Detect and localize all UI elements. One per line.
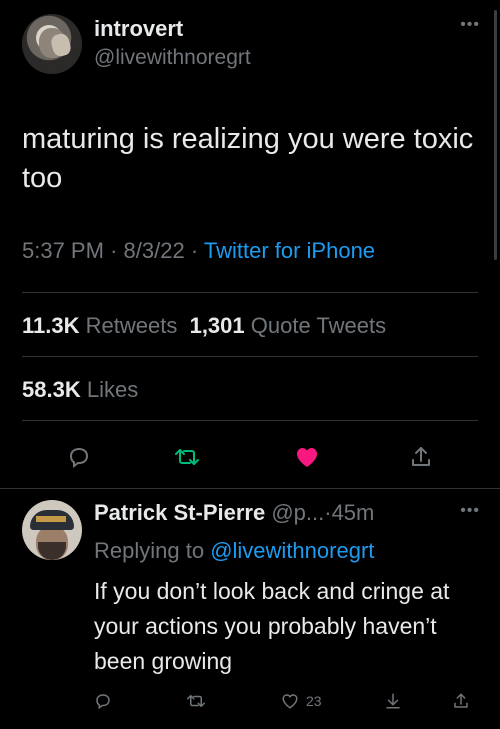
retweet-icon	[175, 449, 199, 465]
reply-retweet-button[interactable]	[186, 688, 206, 714]
reply-download-button[interactable]	[384, 688, 402, 714]
reply-reply-button[interactable]	[94, 688, 112, 714]
tweet-meta: 5:37 PM · 8/3/22 · Twitter for iPhone	[22, 238, 375, 264]
likes-count: 58.3K	[22, 377, 81, 402]
reply-icon	[69, 447, 89, 468]
reply-like-button[interactable]: 23	[280, 688, 322, 714]
replying-to: Replying to @livewithnoregrt	[94, 538, 374, 564]
quote-tweets-stat[interactable]: 1,301 Quote Tweets	[190, 313, 387, 338]
like-outline-icon	[282, 694, 298, 709]
reply-time[interactable]: 45m	[332, 500, 375, 525]
reply-share-button[interactable]	[452, 688, 470, 714]
like-icon	[297, 448, 317, 467]
reply-actions: 23	[0, 688, 500, 714]
download-icon	[386, 693, 400, 709]
retweets-count: 11.3K	[22, 313, 80, 338]
divider	[22, 420, 478, 421]
engagement-stats: 11.3K Retweets 1,301 Quote Tweets	[22, 313, 386, 339]
tweet-actions	[0, 440, 500, 474]
reply-separator: ·	[324, 500, 332, 525]
retweets-label: Retweets	[85, 313, 178, 338]
reply-author-avatar[interactable]	[22, 500, 82, 560]
scrollbar[interactable]	[494, 10, 497, 260]
reply-icon	[96, 694, 110, 710]
reply-like-count: 23	[306, 693, 322, 709]
avatar-cap-band	[36, 516, 66, 522]
replying-to-label: Replying to	[94, 538, 205, 563]
likes-label: Likes	[86, 377, 139, 402]
author-name[interactable]: introvert	[94, 16, 183, 42]
like-button[interactable]	[290, 440, 324, 474]
tweet-date[interactable]: 8/3/22	[124, 238, 185, 263]
divider	[22, 356, 478, 357]
more-icon[interactable]: •••	[460, 16, 480, 34]
divider	[0, 488, 500, 489]
reply-text: If you don’t look back and cringe at you…	[94, 578, 450, 674]
retweets-stat[interactable]: 11.3K Retweets	[22, 313, 177, 338]
reply-button[interactable]	[62, 440, 96, 474]
share-icon	[412, 447, 430, 466]
meta-separator: ·	[110, 238, 118, 263]
quote-label: Quote Tweets	[250, 313, 387, 338]
author-avatar[interactable]	[22, 14, 82, 74]
share-button[interactable]	[404, 440, 438, 474]
quote-count: 1,301	[189, 313, 245, 338]
reply-header: Patrick St-Pierre @p...·45m	[94, 500, 374, 526]
reply-author-handle[interactable]: @p...	[271, 500, 324, 525]
tweet-time[interactable]: 5:37 PM	[22, 238, 104, 263]
more-icon[interactable]: •••	[460, 502, 480, 520]
divider	[22, 292, 478, 293]
reply-author-name[interactable]: Patrick St-Pierre	[94, 500, 265, 525]
retweet-icon	[187, 695, 205, 707]
replying-to-handle[interactable]: @livewithnoregrt	[210, 538, 374, 563]
retweet-button[interactable]	[170, 440, 204, 474]
share-icon	[454, 693, 468, 708]
tweet-text: maturing is realizing you were toxic too	[22, 123, 474, 194]
likes-stat[interactable]: 58.3K Likes	[22, 377, 138, 403]
author-handle[interactable]: @livewithnoregrt	[94, 46, 251, 70]
meta-separator-2: ·	[190, 238, 199, 263]
tweet-source[interactable]: Twitter for iPhone	[204, 238, 375, 263]
